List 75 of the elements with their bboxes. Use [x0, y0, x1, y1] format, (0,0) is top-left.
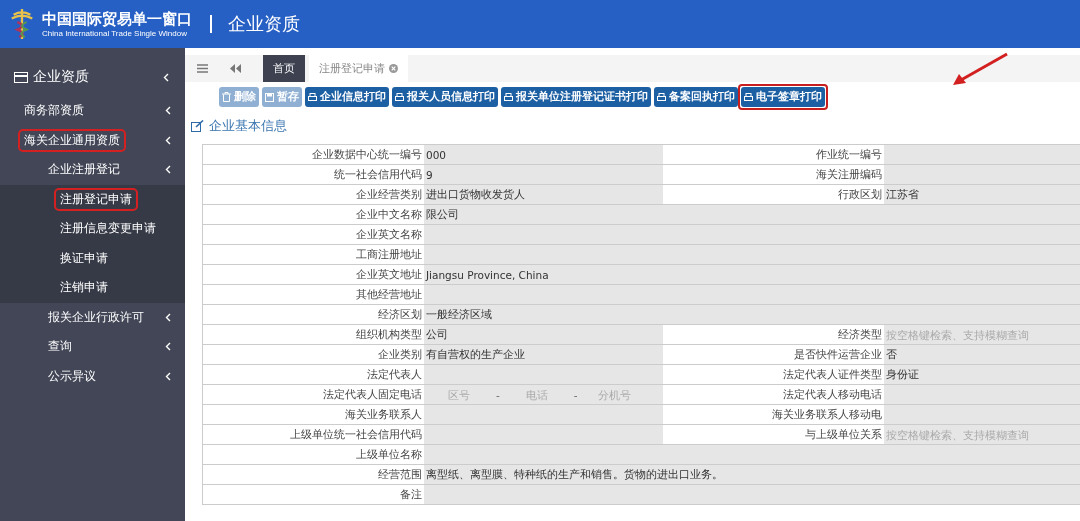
sidebar-item[interactable]: 查询 — [44, 337, 76, 357]
printer-icon — [504, 92, 513, 102]
toolbar-button[interactable]: 报关人员信息打印 — [392, 87, 498, 107]
field-value: 进出口货物收发货人 — [424, 185, 663, 205]
sidebar-item[interactable]: 报关企业行政许可 — [44, 307, 148, 327]
field-label: 法定代表人 — [203, 365, 424, 385]
rewind-icon[interactable] — [230, 64, 241, 73]
close-icon[interactable] — [389, 64, 398, 73]
field-value: 身份证 — [884, 365, 1080, 385]
printer-icon — [657, 92, 666, 102]
field-value: 离型纸、离型膜、特种纸的生产和销售。货物的进出口业务。 — [424, 465, 1080, 485]
field-value: Jiangsu Province, China — [424, 265, 1080, 285]
field-label: 企业英文地址 — [203, 265, 424, 285]
field-label: 海关注册编码 — [663, 165, 884, 185]
chevron-icon — [165, 312, 171, 322]
field-value: 有自营权的生产企业 — [424, 345, 663, 365]
sidebar-item[interactable]: 换证申请 — [56, 248, 112, 268]
field-label: 经济类型 — [663, 325, 884, 345]
chevron-icon — [165, 165, 171, 175]
field-label: 法定代表人固定电话 — [203, 385, 424, 405]
field-value: 000 — [424, 145, 663, 165]
chevron-icon — [165, 106, 171, 116]
toolbar-button[interactable]: 备案回执打印 — [654, 87, 738, 107]
sidebar-item[interactable]: 注册信息变更申请 — [56, 219, 160, 239]
chevron-icon — [163, 72, 169, 82]
card-icon — [14, 71, 28, 83]
field-label: 工商注册地址 — [203, 245, 424, 265]
logo-title: 中国国际贸易单一窗口 — [42, 10, 192, 29]
field-label: 备注 — [203, 485, 424, 505]
toolbar-button[interactable]: 报关单位注册登记证书打印 — [501, 87, 651, 107]
separator: - — [496, 388, 500, 401]
section-title: 企业基本信息 — [209, 117, 287, 135]
chevron-icon — [165, 135, 171, 145]
field-label: 作业统一编号 — [663, 145, 884, 165]
printer-icon — [744, 92, 753, 102]
field-label: 企业英文名称 — [203, 225, 424, 245]
emblem-icon — [8, 7, 36, 41]
sidebar-item[interactable]: 商务部资质 — [20, 101, 88, 121]
sidebar-item[interactable]: 海关企业通用资质 — [20, 130, 124, 150]
sidebar-item[interactable]: 注册登记申请 — [56, 189, 136, 209]
field-label: 海关业务联系人 — [203, 405, 424, 425]
field-label: 企业中文名称 — [203, 205, 424, 225]
separator: - — [573, 388, 578, 401]
field-value: 江苏省 — [884, 185, 1080, 205]
field-label: 与上级单位关系 — [663, 425, 884, 445]
printer-icon — [308, 92, 317, 102]
tab[interactable]: 注册登记申请 — [309, 55, 408, 82]
menu-icon[interactable] — [197, 64, 208, 73]
field-label: 上级单位统一社会信用代码 — [203, 425, 424, 445]
page-title: 企业资质 — [228, 12, 300, 36]
save-icon — [265, 92, 274, 102]
field-label: 企业数据中心统一编号 — [203, 145, 424, 165]
sidebar-item[interactable]: 企业注册登记 — [44, 160, 124, 180]
trash-icon — [222, 92, 231, 102]
field-label: 海关业务联系人移动电 — [663, 405, 884, 425]
field-value: 否 — [884, 345, 1080, 365]
printer-icon — [395, 92, 404, 102]
sidebar-title: 企业资质 — [33, 68, 90, 86]
field-label: 经济区划 — [203, 305, 424, 325]
tab[interactable]: 首页 — [263, 55, 305, 82]
toolbar-button[interactable]: 企业信息打印 — [305, 87, 389, 107]
field-label: 法定代表人移动电话 — [663, 385, 884, 405]
field-label: 法定代表人证件类型 — [663, 365, 884, 385]
chevron-icon — [165, 342, 171, 352]
field-value: 公司 — [424, 325, 663, 345]
logo-subtitle: China International Trade Single Window — [42, 29, 188, 38]
field-value: 限公司 — [424, 205, 1080, 225]
sidebar-item[interactable]: 公示异议 — [44, 366, 100, 386]
sidebar-item[interactable]: 注销申请 — [56, 278, 112, 298]
toolbar-button[interactable]: 电子签章打印 — [741, 87, 825, 107]
field-value: 9 — [424, 165, 663, 185]
edit-icon — [191, 120, 204, 132]
field-label: 统一社会信用代码 — [203, 165, 424, 185]
chevron-icon — [165, 371, 171, 381]
field-value: 一般经济区域 — [424, 305, 1080, 325]
